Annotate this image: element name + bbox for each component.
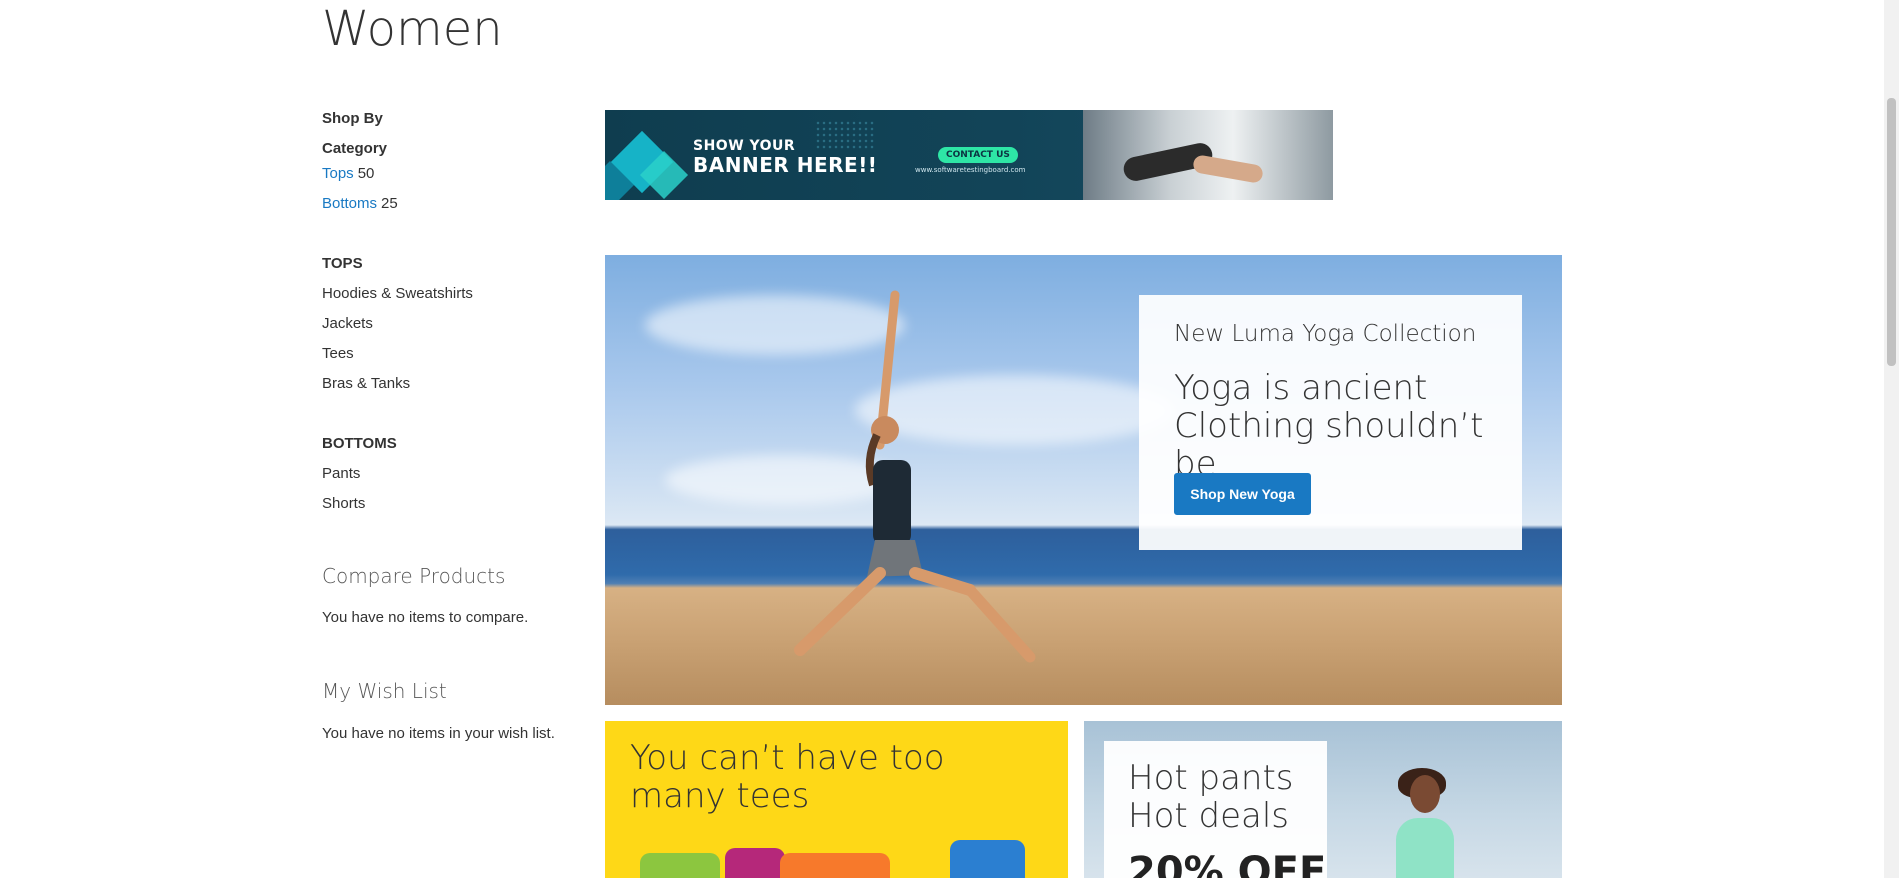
hero-card: New Luma Yoga Collection Yoga is ancient… (1139, 295, 1522, 550)
ad-hand (1191, 154, 1265, 184)
promo-pants-tile[interactable]: Hot pants Hot deals 20% OFF (1084, 721, 1562, 878)
ad-contact-button[interactable]: CONTACT US (938, 147, 1018, 163)
category-tops-count: 50 (357, 165, 375, 182)
promo-tees-title: You can’t have too many tees (630, 738, 945, 816)
hero-banner[interactable]: New Luma Yoga Collection Yoga is ancient… (605, 255, 1562, 705)
promo-pants-card: Hot pants Hot deals 20% OFF (1104, 741, 1327, 878)
ad-headline: SHOW YOUR BANNER HERE!! (693, 137, 877, 175)
model-image (1396, 818, 1454, 878)
category-bottoms-count: 25 (381, 195, 398, 212)
promo-pants-title-line2: Hot deals (1128, 796, 1290, 836)
tee-image (640, 853, 720, 878)
hero-title: Yoga is ancient Clothing shouldn’t be (1174, 368, 1484, 484)
scrollbar-thumb[interactable] (1887, 98, 1896, 366)
nav-shorts[interactable]: Shorts (322, 495, 365, 512)
nav-hoodies-sweatshirts[interactable]: Hoodies & Sweatshirts (322, 285, 473, 302)
nav-tees[interactable]: Tees (322, 345, 354, 362)
yoga-model-image (794, 290, 1036, 663)
ad-handshake-image (1083, 110, 1333, 200)
category-bottoms-link[interactable]: Bottoms (322, 195, 377, 212)
category-bottoms[interactable]: Bottoms 25 (322, 195, 398, 212)
nav-pants[interactable]: Pants (322, 465, 360, 482)
tee-image (950, 840, 1025, 878)
nav-bras-tanks[interactable]: Bras & Tanks (322, 375, 410, 392)
category-tops[interactable]: Tops 50 (322, 165, 374, 182)
category-filter-title[interactable]: Category (322, 140, 387, 157)
nav-jackets[interactable]: Jackets (322, 315, 373, 332)
model-image (1410, 775, 1440, 813)
ad-banner[interactable]: SHOW YOUR BANNER HERE!! CONTACT US www.s… (605, 110, 1333, 200)
compare-products-title: Compare Products (322, 564, 506, 588)
shop-new-yoga-button[interactable]: Shop New Yoga (1174, 473, 1311, 515)
promo-pants-offer: 20% OFF (1128, 849, 1327, 878)
bottoms-heading: BOTTOMS (322, 435, 397, 452)
compare-empty-message: You have no items to compare. (322, 609, 529, 626)
shop-by-heading: Shop By (322, 110, 383, 127)
page-scrollbar[interactable] (1884, 0, 1899, 878)
page-title: Women (322, 1, 503, 57)
wishlist-title: My Wish List (322, 679, 447, 703)
tee-image (725, 848, 785, 878)
hero-subtitle: New Luma Yoga Collection (1174, 321, 1477, 347)
promo-tees-tile[interactable]: You can’t have too many tees (605, 721, 1068, 878)
tee-image (780, 853, 890, 878)
wishlist-empty-message: You have no items in your wish list. (322, 725, 555, 742)
promo-pants-title-line1: Hot pants (1128, 758, 1294, 798)
category-tops-link[interactable]: Tops (322, 165, 354, 182)
ad-line2: BANNER HERE!! (693, 153, 878, 177)
tops-heading: TOPS (322, 255, 363, 272)
ad-site-url: www.softwaretestingboard.com (915, 166, 1026, 174)
promo-pants-title: Hot pants Hot deals (1128, 759, 1294, 835)
